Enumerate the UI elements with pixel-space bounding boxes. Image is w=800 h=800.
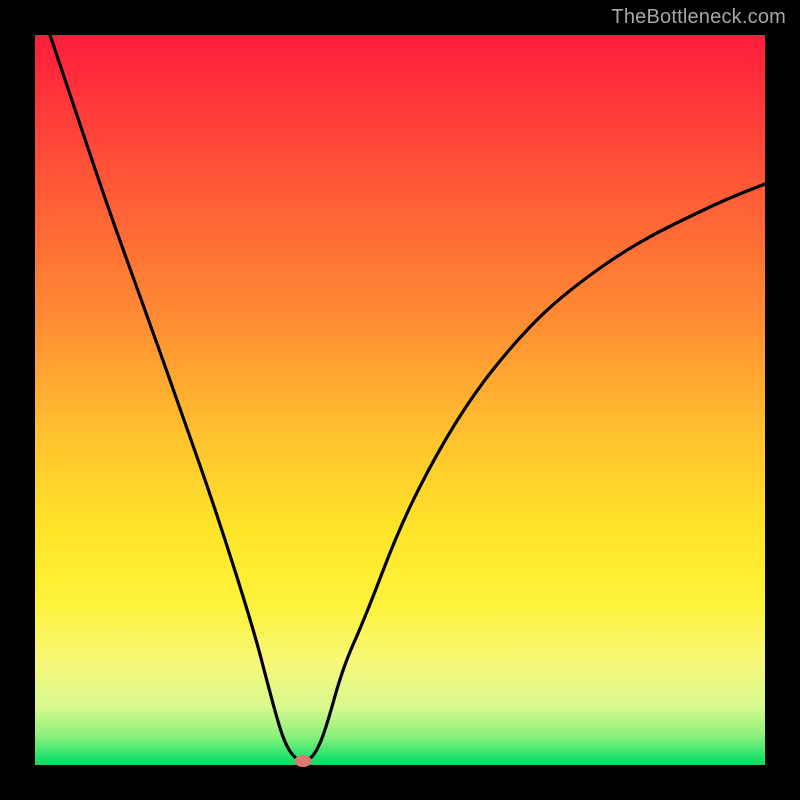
plot-area — [35, 35, 765, 765]
outer-frame: TheBottleneck.com — [0, 0, 800, 800]
curve-svg — [35, 35, 765, 765]
optimal-point-marker — [295, 755, 312, 767]
bottleneck-curve — [50, 35, 765, 760]
watermark-text: TheBottleneck.com — [611, 6, 786, 29]
